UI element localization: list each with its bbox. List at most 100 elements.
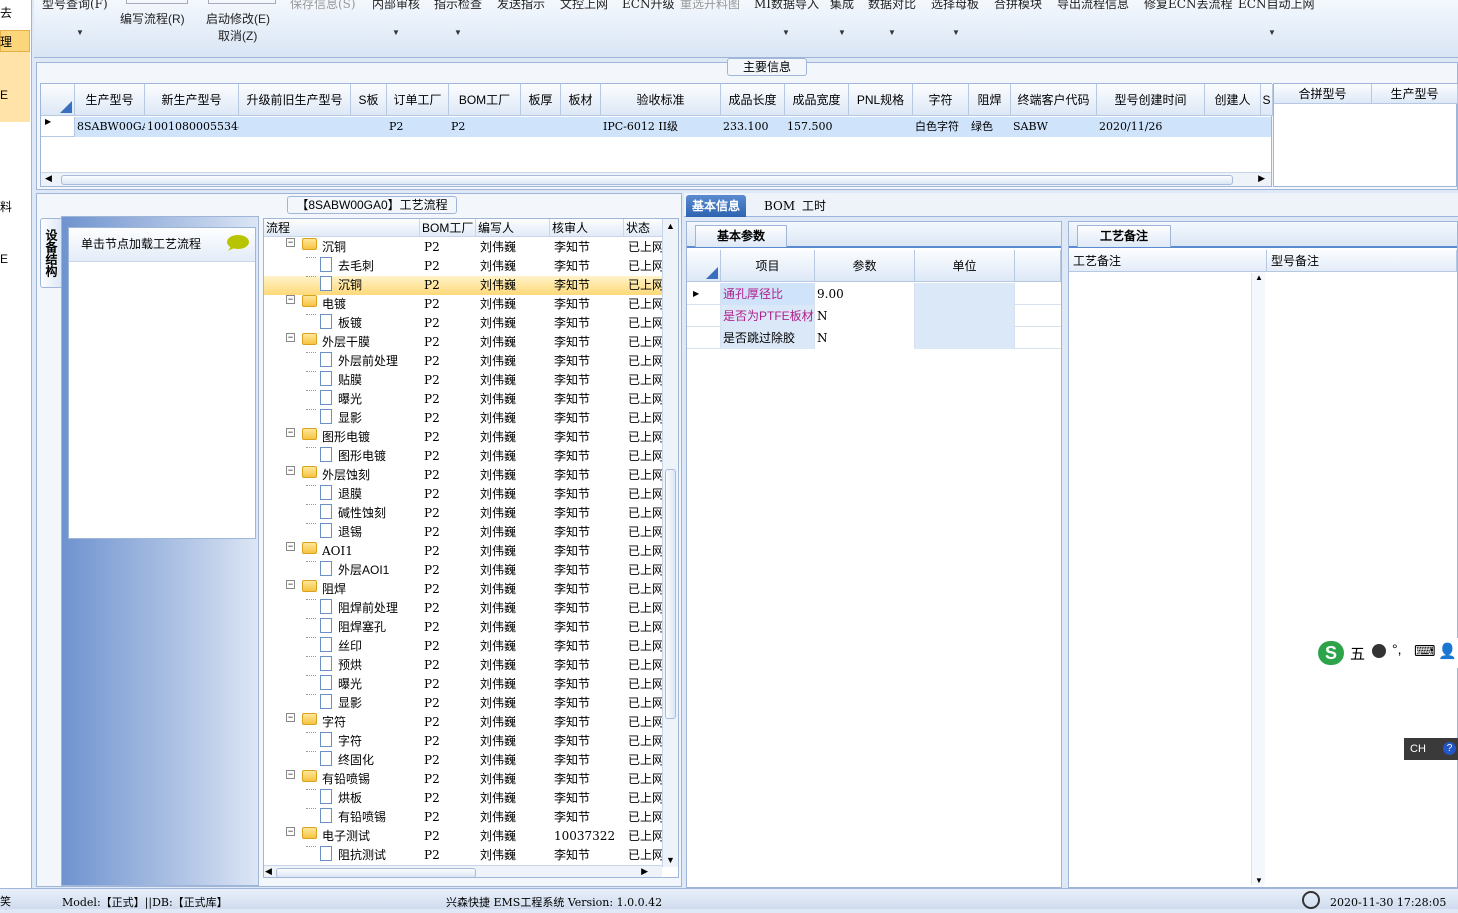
scroll-up-icon[interactable]: ▲ <box>1255 273 1263 282</box>
collapse-toggle-icon[interactable]: − <box>286 580 295 589</box>
toolbar-button[interactable]: 集成 <box>830 0 854 12</box>
param-unit[interactable] <box>915 283 1015 305</box>
cell[interactable] <box>561 117 601 137</box>
tree-row[interactable]: − 有铅喷锡 P2 刘伟巍 李知节 已上网 <box>264 770 662 789</box>
chevron-down-icon[interactable]: ▼ <box>1268 28 1276 37</box>
vertical-scrollbar[interactable]: ▲ ▼ <box>1251 273 1265 885</box>
grid-corner[interactable] <box>41 84 75 116</box>
toolbar-button[interactable]: 数据对比 <box>868 0 916 12</box>
tab-work-hours[interactable]: 工时 <box>796 195 832 217</box>
cell[interactable] <box>1205 117 1261 137</box>
sogou-logo-icon[interactable]: S <box>1318 641 1344 665</box>
chevron-down-icon[interactable]: ▼ <box>76 28 84 37</box>
left-nav-item[interactable]: 去 <box>0 4 12 21</box>
col-header[interactable]: 字符 <box>913 84 969 116</box>
col-header[interactable]: BOM工厂 <box>420 219 476 237</box>
param-row[interactable]: 是否为PTFE板材 N <box>687 305 1061 327</box>
tree-row[interactable]: 退膜 P2 刘伟巍 李知节 已上网 <box>264 485 662 504</box>
col-header[interactable]: 工艺备注 <box>1069 250 1267 272</box>
tab-bom[interactable]: BOM <box>758 195 801 217</box>
process-notes-field[interactable] <box>1069 273 1265 885</box>
col-header[interactable]: 编写人 <box>476 219 550 237</box>
tree-row[interactable]: 显影 P2 刘伟巍 李知节 已上网 <box>264 694 662 713</box>
col-header[interactable]: 生产型号 <box>75 84 145 116</box>
row-indicator[interactable]: ▶ <box>41 117 75 137</box>
col-header[interactable]: 核审人 <box>550 219 624 237</box>
col-header[interactable]: 订单工厂 <box>387 84 449 116</box>
scroll-left-icon[interactable]: ◀ <box>265 866 272 877</box>
col-header[interactable]: 型号备注 <box>1267 250 1457 272</box>
col-header[interactable]: 阻焊 <box>969 84 1011 116</box>
scroll-down-icon[interactable]: ▼ <box>1255 876 1263 885</box>
toolbar-button[interactable]: 合拼模块 <box>994 0 1042 12</box>
tree-row[interactable]: 字符 P2 刘伟巍 李知节 已上网 <box>264 732 662 751</box>
help-icon[interactable]: ? <box>1443 742 1456 755</box>
toolbar-button[interactable]: ECN升级 <box>622 0 674 12</box>
horizontal-scrollbar[interactable]: ◀ ▶ <box>41 172 1271 186</box>
chevron-down-icon[interactable]: ▼ <box>838 28 846 37</box>
tree-row[interactable]: − 电子测试 P2 刘伟巍 10037322 已上网 <box>264 827 662 846</box>
cell[interactable]: 233.100 <box>721 117 785 137</box>
col-header[interactable]: 生产型号 <box>1372 84 1458 104</box>
col-header[interactable]: 单位 <box>915 250 1015 282</box>
cell[interactable] <box>521 117 561 137</box>
scroll-down-icon[interactable]: ▼ <box>666 855 675 865</box>
cancel-button[interactable]: 取消(Z) <box>218 27 257 44</box>
cell[interactable] <box>1261 117 1271 137</box>
scroll-right-icon[interactable]: ▶ <box>1258 173 1265 184</box>
tab-process-notes[interactable]: 工艺备注 <box>1077 225 1171 247</box>
col-header[interactable]: 板材 <box>561 84 601 116</box>
col-header[interactable]: 验收标准 <box>601 84 721 116</box>
collapse-toggle-icon[interactable]: − <box>286 333 295 342</box>
cell[interactable]: 白色字符 <box>913 117 969 137</box>
scrollbar-thumb[interactable] <box>665 469 676 719</box>
cell[interactable]: 10010800055348 <box>145 117 239 137</box>
toolbar-button[interactable]: 重选开料图 <box>680 0 740 12</box>
col-header[interactable]: 合拼型号 <box>1274 84 1372 104</box>
cell[interactable]: 8SABW00GA0 <box>75 117 145 137</box>
col-header[interactable]: 项目 <box>721 250 815 282</box>
tree-row[interactable]: 贴膜 P2 刘伟巍 李知节 已上网 <box>264 371 662 390</box>
col-header[interactable]: 成品长度 <box>721 84 785 116</box>
moon-icon[interactable] <box>1372 644 1386 658</box>
cell[interactable]: 绿色 <box>969 117 1011 137</box>
toolbar-button[interactable]: 型号查询(F) <box>42 0 108 12</box>
vertical-scrollbar[interactable]: ▲ ▼ <box>662 219 678 867</box>
chevron-down-icon[interactable]: ▼ <box>392 28 400 37</box>
chevron-down-icon[interactable]: ▼ <box>782 28 790 37</box>
toolbar-button[interactable]: MI数据导入 <box>754 0 819 12</box>
left-nav-item[interactable]: 理 <box>0 33 12 50</box>
row-indicator[interactable] <box>687 327 721 349</box>
tree-row[interactable]: − 阻焊 P2 刘伟巍 李知节 已上网 <box>264 580 662 599</box>
dropdown-box[interactable] <box>126 0 188 4</box>
cell[interactable]: 157.500 <box>785 117 849 137</box>
cell[interactable]: P2 <box>387 117 449 137</box>
left-nav-item[interactable]: E <box>0 88 8 102</box>
grid-corner[interactable] <box>687 250 721 282</box>
collapse-toggle-icon[interactable]: − <box>286 542 295 551</box>
toolbar-button[interactable]: 保存信息(S) <box>290 0 356 12</box>
tree-row[interactable]: 图形电镀 P2 刘伟巍 李知节 已上网 <box>264 447 662 466</box>
keyboard-icon[interactable]: ⌨ <box>1414 642 1436 660</box>
collapse-toggle-icon[interactable]: − <box>286 428 295 437</box>
tree-row[interactable]: 阻焊塞孔 P2 刘伟巍 李知节 已上网 <box>264 618 662 637</box>
col-header[interactable]: PNL规格 <box>849 84 913 116</box>
tree-row[interactable]: 退锡 P2 刘伟巍 李知节 已上网 <box>264 523 662 542</box>
chevron-down-icon[interactable]: ▼ <box>952 28 960 37</box>
user-icon[interactable]: 👤 <box>1438 642 1457 660</box>
col-header[interactable]: 成品宽度 <box>785 84 849 116</box>
tab-equipment-structure[interactable]: 设备结构 <box>40 218 62 288</box>
collapse-toggle-icon[interactable]: − <box>286 466 295 475</box>
tree-row[interactable]: − 字符 P2 刘伟巍 李知节 已上网 <box>264 713 662 732</box>
scroll-right-icon[interactable]: ▶ <box>641 866 648 877</box>
horizontal-scrollbar[interactable]: ◀ ▶ <box>264 865 662 877</box>
tree-row[interactable]: 曝光 P2 刘伟巍 李知节 已上网 <box>264 390 662 409</box>
left-nav-item[interactable]: 料 <box>0 198 12 215</box>
param-row[interactable]: ▶ 通孔厚径比 9.00 <box>687 283 1061 305</box>
col-header[interactable]: S板 <box>351 84 387 116</box>
tree-row[interactable]: − 外层干膜 P2 刘伟巍 李知节 已上网 <box>264 333 662 352</box>
param-unit[interactable] <box>915 305 1015 327</box>
tree-row[interactable]: 曝光 P2 刘伟巍 李知节 已上网 <box>264 675 662 694</box>
col-header[interactable]: 新生产型号 <box>145 84 239 116</box>
param-value[interactable]: 9.00 <box>815 283 915 305</box>
